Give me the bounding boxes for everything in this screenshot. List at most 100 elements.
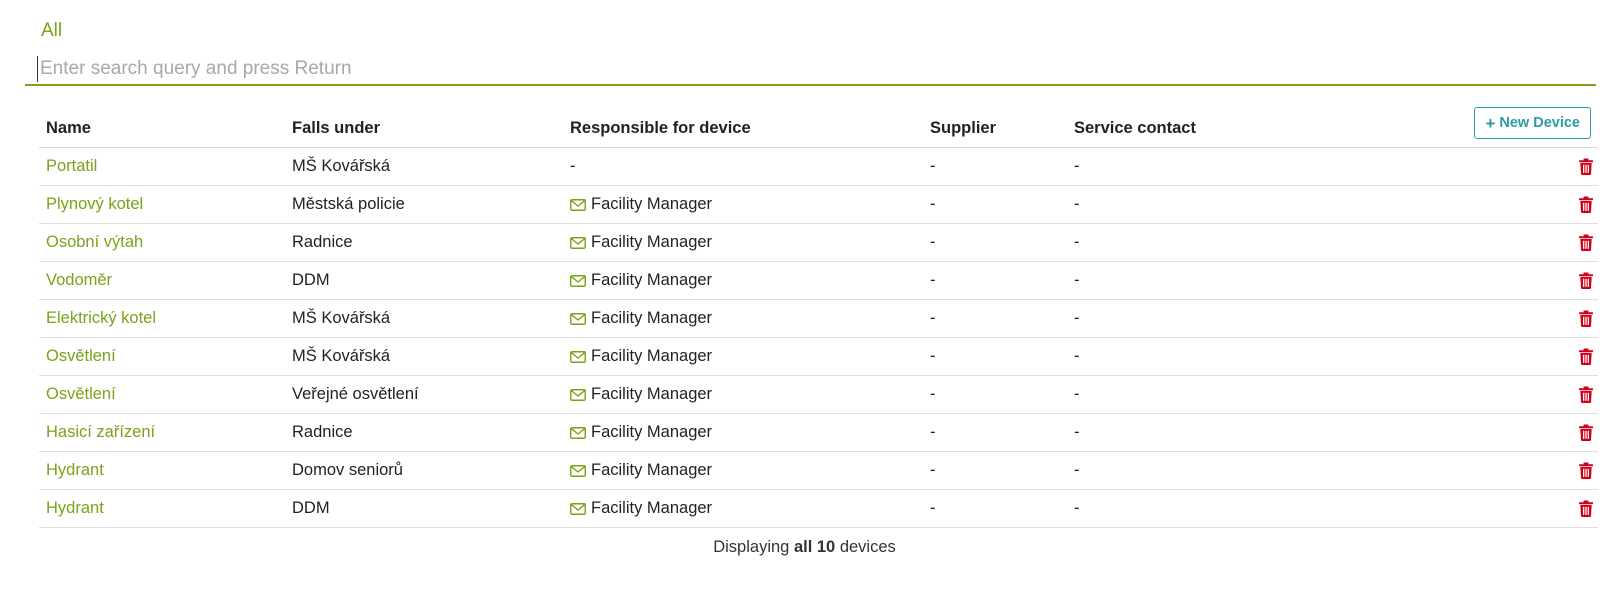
falls-under-cell: Radnice [292, 423, 353, 441]
responsible-label: Facility Manager [591, 271, 713, 289]
responsible-label: Facility Manager [591, 309, 713, 327]
devices-table: Name Falls under Responsible for device … [39, 105, 1598, 528]
supplier-cell: - [930, 499, 936, 517]
footer-total: all 10 [793, 538, 836, 556]
table-row: Plynový kotel Městská policie - - Facility M… [39, 186, 1598, 224]
supplier-cell: - [930, 195, 936, 213]
responsible-cell[interactable]: Facility Manager [570, 423, 712, 442]
supplier-cell: - [930, 347, 936, 365]
supplier-cell: - [930, 423, 936, 441]
header-service-contact[interactable]: Service contact [1074, 119, 1196, 138]
footer-suffix: devices [839, 538, 896, 556]
table-row: Hasicí zařízení Radnice - - Facility Manager [39, 414, 1598, 452]
header-responsible[interactable]: Responsible for device [570, 119, 751, 138]
service-contact-cell: - [1074, 499, 1080, 517]
trash-icon[interactable] [1579, 424, 1593, 441]
new-device-button[interactable]: + New Device [1474, 107, 1591, 139]
responsible-label: Facility Manager [591, 195, 713, 213]
falls-under-cell: Domov seniorů [292, 461, 403, 479]
devices-page: All Name Falls under Responsible for dev… [0, 0, 1609, 594]
envelope-icon [570, 236, 586, 249]
responsible-label: Facility Manager [591, 499, 713, 517]
service-contact-cell: - [1074, 347, 1080, 365]
responsible-cell[interactable]: Facility Manager [570, 347, 712, 366]
responsible-label: Facility Manager [591, 385, 713, 403]
service-contact-cell: - [1074, 385, 1080, 403]
trash-icon[interactable] [1579, 272, 1593, 289]
responsible-cell[interactable]: Facility Manager [570, 233, 712, 252]
trash-icon[interactable] [1579, 462, 1593, 479]
falls-under-cell: Radnice [292, 233, 353, 251]
falls-under-cell: MŠ Kovářská [292, 309, 391, 327]
device-name-link[interactable]: Portatil [46, 157, 97, 176]
table-row: Elektrický kotel MŠ Kovářská - - Facility Ma… [39, 300, 1598, 338]
responsible-label: - [570, 157, 576, 175]
device-name-link[interactable]: Plynový kotel [46, 195, 143, 214]
header-name[interactable]: Name [46, 119, 91, 138]
new-device-label: New Device [1499, 115, 1580, 131]
service-contact-cell: - [1074, 309, 1080, 327]
trash-icon[interactable] [1579, 348, 1593, 365]
falls-under-cell: Městská policie [292, 195, 405, 213]
trash-icon[interactable] [1579, 310, 1593, 327]
envelope-icon [570, 426, 586, 439]
supplier-cell: - [930, 461, 936, 479]
pagination-summary: Displaying all 10 devices [0, 538, 1609, 557]
device-name-link[interactable]: Elektrický kotel [46, 309, 156, 328]
search-bar [25, 54, 1596, 86]
responsible-cell[interactable]: Facility Manager [570, 461, 712, 480]
trash-icon[interactable] [1579, 196, 1593, 213]
trash-icon[interactable] [1579, 500, 1593, 517]
envelope-icon [570, 464, 586, 477]
responsible-cell[interactable]: Facility Manager [570, 499, 712, 518]
service-contact-cell: - [1074, 461, 1080, 479]
responsible-label: Facility Manager [591, 233, 713, 251]
service-contact-cell: - [1074, 195, 1080, 213]
header-supplier[interactable]: Supplier [930, 119, 996, 138]
device-name-link[interactable]: Hydrant [46, 461, 104, 480]
device-name-link[interactable]: Vodoměr [46, 271, 112, 290]
responsible-cell[interactable]: Facility Manager [570, 309, 712, 328]
trash-icon[interactable] [1579, 386, 1593, 403]
device-name-link[interactable]: Osobní výtah [46, 233, 143, 252]
envelope-icon [570, 502, 586, 515]
table-header: Name Falls under Responsible for device … [39, 105, 1598, 148]
trash-icon[interactable] [1579, 158, 1593, 175]
table-row: Osvětlení MŠ Kovářská - - Facility Manager [39, 338, 1598, 376]
falls-under-cell: MŠ Kovářská [292, 347, 391, 365]
device-name-link[interactable]: Hydrant [46, 499, 104, 518]
supplier-cell: - [930, 157, 936, 175]
service-contact-cell: - [1074, 233, 1080, 251]
responsible-cell[interactable]: Facility Manager [570, 271, 712, 290]
service-contact-cell: - [1074, 271, 1080, 289]
device-name-link[interactable]: Hasicí zařízení [46, 423, 155, 442]
envelope-icon [570, 312, 586, 325]
trash-icon[interactable] [1579, 234, 1593, 251]
supplier-cell: - [930, 385, 936, 403]
table-body: Portatil MŠ Kovářská - - - Plynový kotel Městs… [39, 148, 1598, 528]
supplier-cell: - [930, 271, 936, 289]
responsible-label: Facility Manager [591, 423, 713, 441]
responsible-cell[interactable]: Facility Manager [570, 385, 712, 404]
service-contact-cell: - [1074, 423, 1080, 441]
table-row: Portatil MŠ Kovářská - - - [39, 148, 1598, 186]
responsible-label: Facility Manager [591, 461, 713, 479]
envelope-icon [570, 388, 586, 401]
responsible-cell: - [570, 157, 576, 176]
table-row: Osvětlení Veřejné osvětlení - - Facility Man… [39, 376, 1598, 414]
service-contact-cell: - [1074, 157, 1080, 175]
table-row: Hydrant DDM - - Facility Manager [39, 490, 1598, 528]
table-row: Hydrant Domov seniorů - - Facility Manager [39, 452, 1598, 490]
filter-tab-all[interactable]: All [41, 20, 62, 42]
falls-under-cell: DDM [292, 499, 330, 517]
device-name-link[interactable]: Osvětlení [46, 347, 116, 366]
responsible-cell[interactable]: Facility Manager [570, 195, 712, 214]
search-input[interactable] [37, 56, 1580, 82]
supplier-cell: - [930, 233, 936, 251]
envelope-icon [570, 350, 586, 363]
device-name-link[interactable]: Osvětlení [46, 385, 116, 404]
footer-prefix: Displaying [713, 538, 790, 556]
plus-icon: + [1485, 113, 1496, 133]
falls-under-cell: Veřejné osvětlení [292, 385, 419, 403]
header-falls-under[interactable]: Falls under [292, 119, 380, 138]
